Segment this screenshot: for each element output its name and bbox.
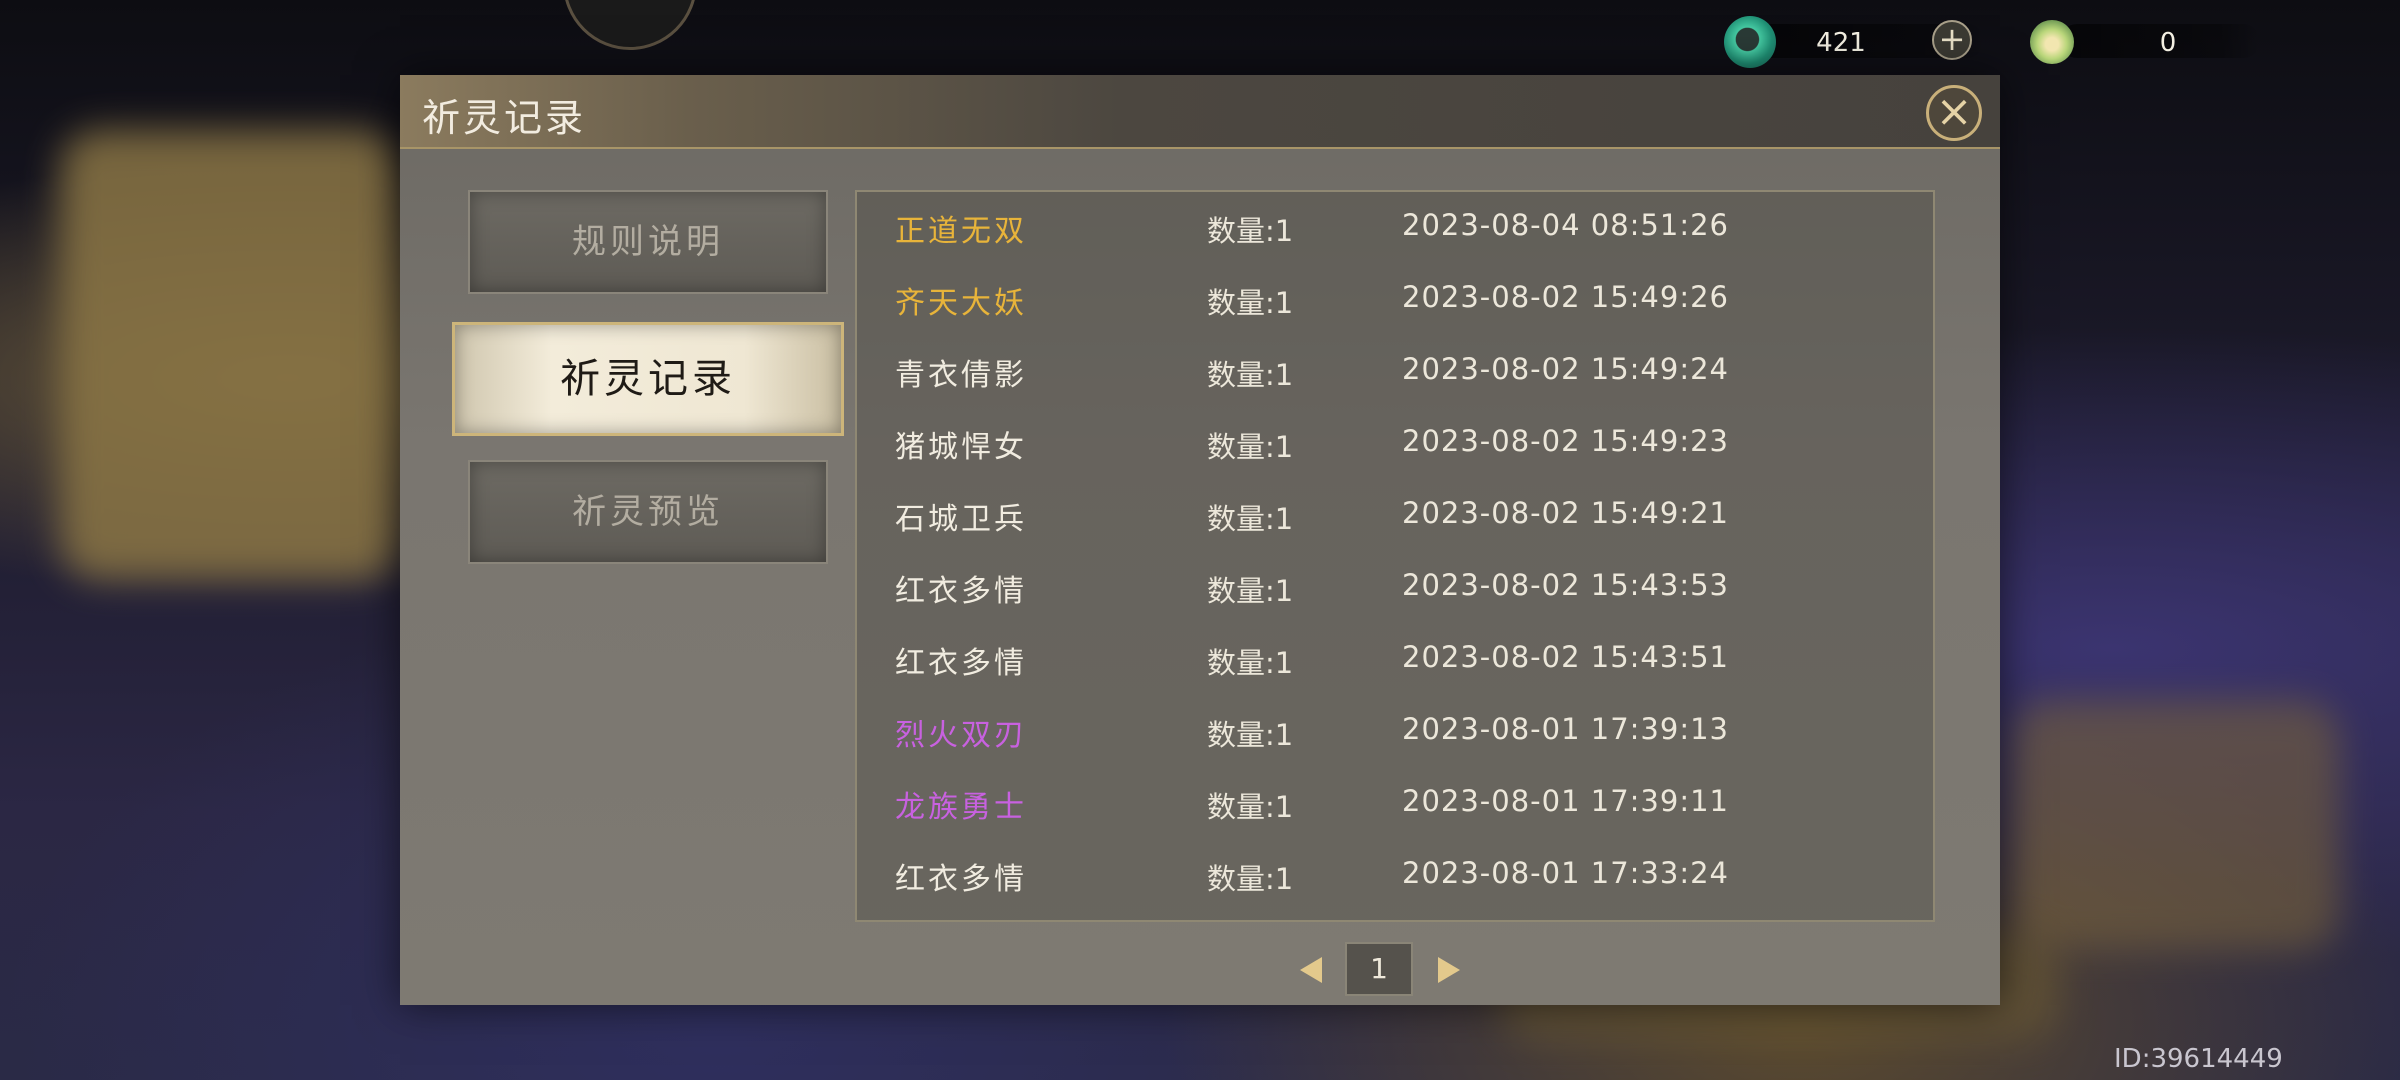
list-item: 正道无双 数量:1 2023-08-04 08:51:26 (857, 192, 1933, 264)
record-time: 2023-08-02 15:43:51 (1402, 640, 1729, 674)
record-quantity: 数量:1 (1207, 286, 1294, 320)
list-item: 青衣倩影 数量:1 2023-08-02 15:49:24 (857, 336, 1933, 408)
tab-prayer-preview[interactable]: 祈灵预览 (468, 460, 828, 564)
list-item: 红衣多情 数量:1 2023-08-02 15:43:51 (857, 624, 1933, 696)
close-icon[interactable]: × (1926, 85, 1982, 141)
record-name: 红衣多情 (895, 574, 1027, 609)
record-quantity: 数量:1 (1207, 502, 1294, 536)
record-quantity: 数量:1 (1207, 646, 1294, 680)
list-item: 红衣多情 数量:1 2023-08-01 17:33:24 (857, 840, 1933, 912)
record-quantity: 数量:1 (1207, 430, 1294, 464)
jade-amount: 421 (1816, 28, 1866, 58)
record-list[interactable]: 正道无双 数量:1 2023-08-04 08:51:26 齐天大妖 数量:1 … (855, 190, 1935, 922)
record-quantity: 数量:1 (1207, 862, 1294, 896)
record-time: 2023-08-02 15:49:26 (1402, 280, 1729, 314)
dialog-header: 祈灵记录 × (400, 75, 2000, 149)
user-id: ID:39614449 (2114, 1044, 2283, 1074)
background-card-left (60, 130, 400, 580)
record-name: 烈火双刃 (895, 718, 1027, 753)
record-name: 正道无双 (895, 214, 1027, 249)
record-quantity: 数量:1 (1207, 574, 1294, 608)
prev-page-icon[interactable] (1300, 957, 1322, 983)
record-name: 红衣多情 (895, 646, 1027, 681)
next-page-icon[interactable] (1438, 957, 1460, 983)
record-quantity: 数量:1 (1207, 214, 1294, 248)
record-time: 2023-08-04 08:51:26 (1402, 208, 1729, 242)
record-quantity: 数量:1 (1207, 718, 1294, 752)
list-item: 齐天大妖 数量:1 2023-08-02 15:49:26 (857, 264, 1933, 336)
jade-dragon-icon (1724, 16, 1776, 68)
dialog-title: 祈灵记录 (422, 96, 587, 140)
record-time: 2023-08-01 17:39:13 (1402, 712, 1729, 746)
record-name: 龙族勇士 (895, 790, 1027, 825)
tab-prayer-record[interactable]: 祈灵记录 (452, 322, 844, 436)
record-quantity: 数量:1 (1207, 790, 1294, 824)
record-name: 石城卫兵 (895, 502, 1027, 537)
lotus-amount: 0 (2159, 28, 2177, 58)
record-name: 齐天大妖 (895, 286, 1027, 321)
record-quantity: 数量:1 (1207, 358, 1294, 392)
list-item: 烈火双刃 数量:1 2023-08-01 17:39:13 (857, 696, 1933, 768)
add-currency-button[interactable]: + (1932, 20, 1972, 60)
record-time: 2023-08-02 15:49:21 (1402, 496, 1729, 530)
record-time: 2023-08-02 15:49:23 (1402, 424, 1729, 458)
record-time: 2023-08-02 15:43:53 (1402, 568, 1729, 602)
list-item: 猪城悍女 数量:1 2023-08-02 15:49:23 (857, 408, 1933, 480)
jade-currency: 421 + (1724, 16, 2064, 68)
record-time: 2023-08-01 17:39:11 (1402, 784, 1729, 818)
record-name: 猪城悍女 (895, 430, 1027, 465)
background-card-right (2010, 700, 2340, 950)
record-time: 2023-08-01 17:33:24 (1402, 856, 1729, 890)
prayer-record-dialog: 祈灵记录 × 规则说明 祈灵记录 祈灵预览 正道无双 数量:1 2023-08-… (400, 75, 2000, 1005)
record-name: 青衣倩影 (895, 358, 1027, 393)
lotus-gem-icon (2030, 20, 2074, 64)
tab-rules[interactable]: 规则说明 (468, 190, 828, 294)
record-name: 红衣多情 (895, 862, 1027, 897)
record-time: 2023-08-02 15:49:24 (1402, 352, 1729, 386)
list-item: 红衣多情 数量:1 2023-08-02 15:43:53 (857, 552, 1933, 624)
player-avatar[interactable] (563, 0, 697, 50)
lotus-currency: 0 (2030, 16, 2330, 66)
list-item: 石城卫兵 数量:1 2023-08-02 15:49:21 (857, 480, 1933, 552)
page-number: 1 (1345, 942, 1413, 996)
list-item: 龙族勇士 数量:1 2023-08-01 17:39:11 (857, 768, 1933, 840)
